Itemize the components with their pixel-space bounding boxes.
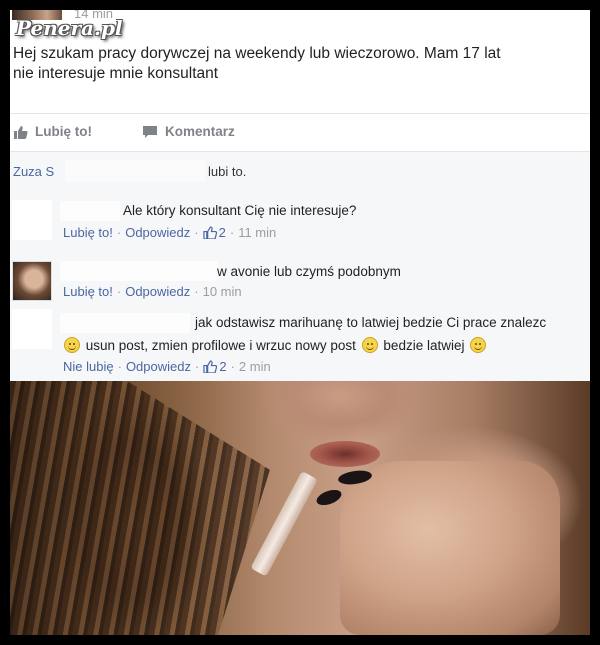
speech-bubble-icon xyxy=(143,125,157,138)
comment-button[interactable]: Komentarz xyxy=(142,124,235,139)
smiley-icon xyxy=(361,337,378,353)
liker-name[interactable]: Zuza S xyxy=(13,164,54,179)
commenter-avatar[interactable] xyxy=(12,261,52,301)
comment-button-label: Komentarz xyxy=(165,124,235,139)
comment-text-line: jak odstawisz marihuanę to latwiej bedzi… xyxy=(195,315,547,330)
comment-meta: Lubię to! · Odpowiedz · 2 · 11 min xyxy=(63,225,276,240)
comment-like-count[interactable]: 2 xyxy=(219,359,226,374)
post-text-line: Hej szukam pracy dorywczej na weekendy l… xyxy=(13,45,501,62)
comment-text: w avonie lub czymś podobnym xyxy=(217,264,401,279)
comment-meta: Nie lubię · Odpowiedz · 2 · 2 min xyxy=(63,359,271,374)
comment-time[interactable]: 10 min xyxy=(203,284,242,299)
comment-reply-link[interactable]: Odpowiedz xyxy=(125,284,190,299)
thumbs-up-icon xyxy=(202,226,217,239)
comment: Ale który konsultant Cię nie interesuje?… xyxy=(10,191,590,253)
facebook-post-screenshot: 14 min Hej szukam pracy dorywczej na wee… xyxy=(10,10,590,635)
comment-text-line: usun post, zmien profilowe i wrzuc nowy … xyxy=(62,337,488,353)
comment-time[interactable]: 11 min xyxy=(238,225,276,240)
smiley-icon xyxy=(470,337,487,353)
comment-like-link[interactable]: Lubię to! xyxy=(63,225,113,240)
comment-text-part: usun post, zmien profilowe i wrzuc nowy … xyxy=(85,338,356,353)
smiley-icon xyxy=(64,337,80,353)
separator: · xyxy=(194,284,199,299)
profile-photo xyxy=(10,381,590,635)
comment-reply-link[interactable]: Odpowiedz xyxy=(126,359,191,374)
thumbs-up-icon xyxy=(14,125,28,139)
lips-shape xyxy=(310,441,380,467)
separator: · xyxy=(229,225,235,240)
post-text-line: nie interesuje mnie konsultant xyxy=(13,65,219,82)
comment: w avonie lub czymś podobnym Lubię to! · … xyxy=(10,253,590,303)
hair-shape xyxy=(10,381,270,635)
separator: · xyxy=(194,359,200,374)
comment-reply-link[interactable]: Odpowiedz xyxy=(125,225,190,240)
comment-like-count[interactable]: 2 xyxy=(219,225,226,240)
comment-time[interactable]: 2 min xyxy=(239,359,271,374)
comment: jak odstawisz marihuanę to latwiej bedzi… xyxy=(10,303,590,381)
redacted-commenter-name xyxy=(60,261,218,281)
likes-summary: Zuza S lubi to. xyxy=(10,151,590,191)
post-body: Hej szukam pracy dorywczej na weekendy l… xyxy=(13,44,588,84)
redacted-commenter-name xyxy=(60,313,190,333)
comment-meta: Lubię to! · Odpowiedz · 10 min xyxy=(63,284,242,299)
separator: · xyxy=(230,359,235,374)
redacted-commenter-name xyxy=(60,201,120,221)
like-button-label: Lubię to! xyxy=(35,124,92,139)
comment-like-link[interactable]: Lubię to! xyxy=(63,284,113,299)
commenter-avatar[interactable] xyxy=(12,309,52,349)
redacted-name xyxy=(65,160,205,182)
thumbs-up-icon xyxy=(203,360,218,373)
likes-suffix: lubi to. xyxy=(208,164,247,179)
comment-text: Ale który konsultant Cię nie interesuje? xyxy=(123,203,357,218)
separator: · xyxy=(116,225,122,240)
watermark-logo: Penera.pl xyxy=(16,16,123,40)
comments-section: Ale który konsultant Cię nie interesuje?… xyxy=(10,191,590,381)
separator: · xyxy=(117,359,122,374)
nail-shape xyxy=(314,486,344,509)
separator: · xyxy=(116,284,122,299)
like-button[interactable]: Lubię to! xyxy=(13,124,92,139)
hand-shape xyxy=(340,461,560,635)
comment-unlike-link[interactable]: Nie lubię xyxy=(63,359,114,374)
separator: · xyxy=(194,225,199,240)
comment-text-part: bedzie latwiej xyxy=(383,338,465,353)
commenter-avatar[interactable] xyxy=(12,200,52,240)
post-actions-bar: Lubię to! Komentarz xyxy=(10,113,590,151)
